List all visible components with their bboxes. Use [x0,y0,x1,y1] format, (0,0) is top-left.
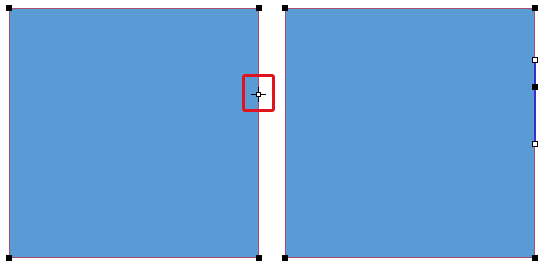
selected-right-edge-segment[interactable] [534,60,536,145]
right-rectangle-shape[interactable] [285,8,536,258]
left-top-left-handle[interactable] [6,5,12,11]
right-edge-anchor-handle[interactable] [532,84,538,90]
left-rectangle-body[interactable] [9,8,259,258]
right-edge-upper-control-handle[interactable] [532,57,538,63]
right-edge-lower-control-handle[interactable] [532,141,538,147]
crosshair-move-icon [251,87,266,102]
left-bottom-right-handle[interactable] [256,255,262,261]
left-rectangle-shape[interactable] [9,8,259,258]
left-bottom-left-handle[interactable] [6,255,12,261]
right-rectangle-body[interactable] [285,8,535,258]
right-top-right-handle[interactable] [532,5,538,11]
right-bottom-left-handle[interactable] [282,255,288,261]
right-bottom-right-handle[interactable] [532,255,538,261]
right-top-left-handle[interactable] [282,5,288,11]
left-top-right-handle[interactable] [256,5,262,11]
